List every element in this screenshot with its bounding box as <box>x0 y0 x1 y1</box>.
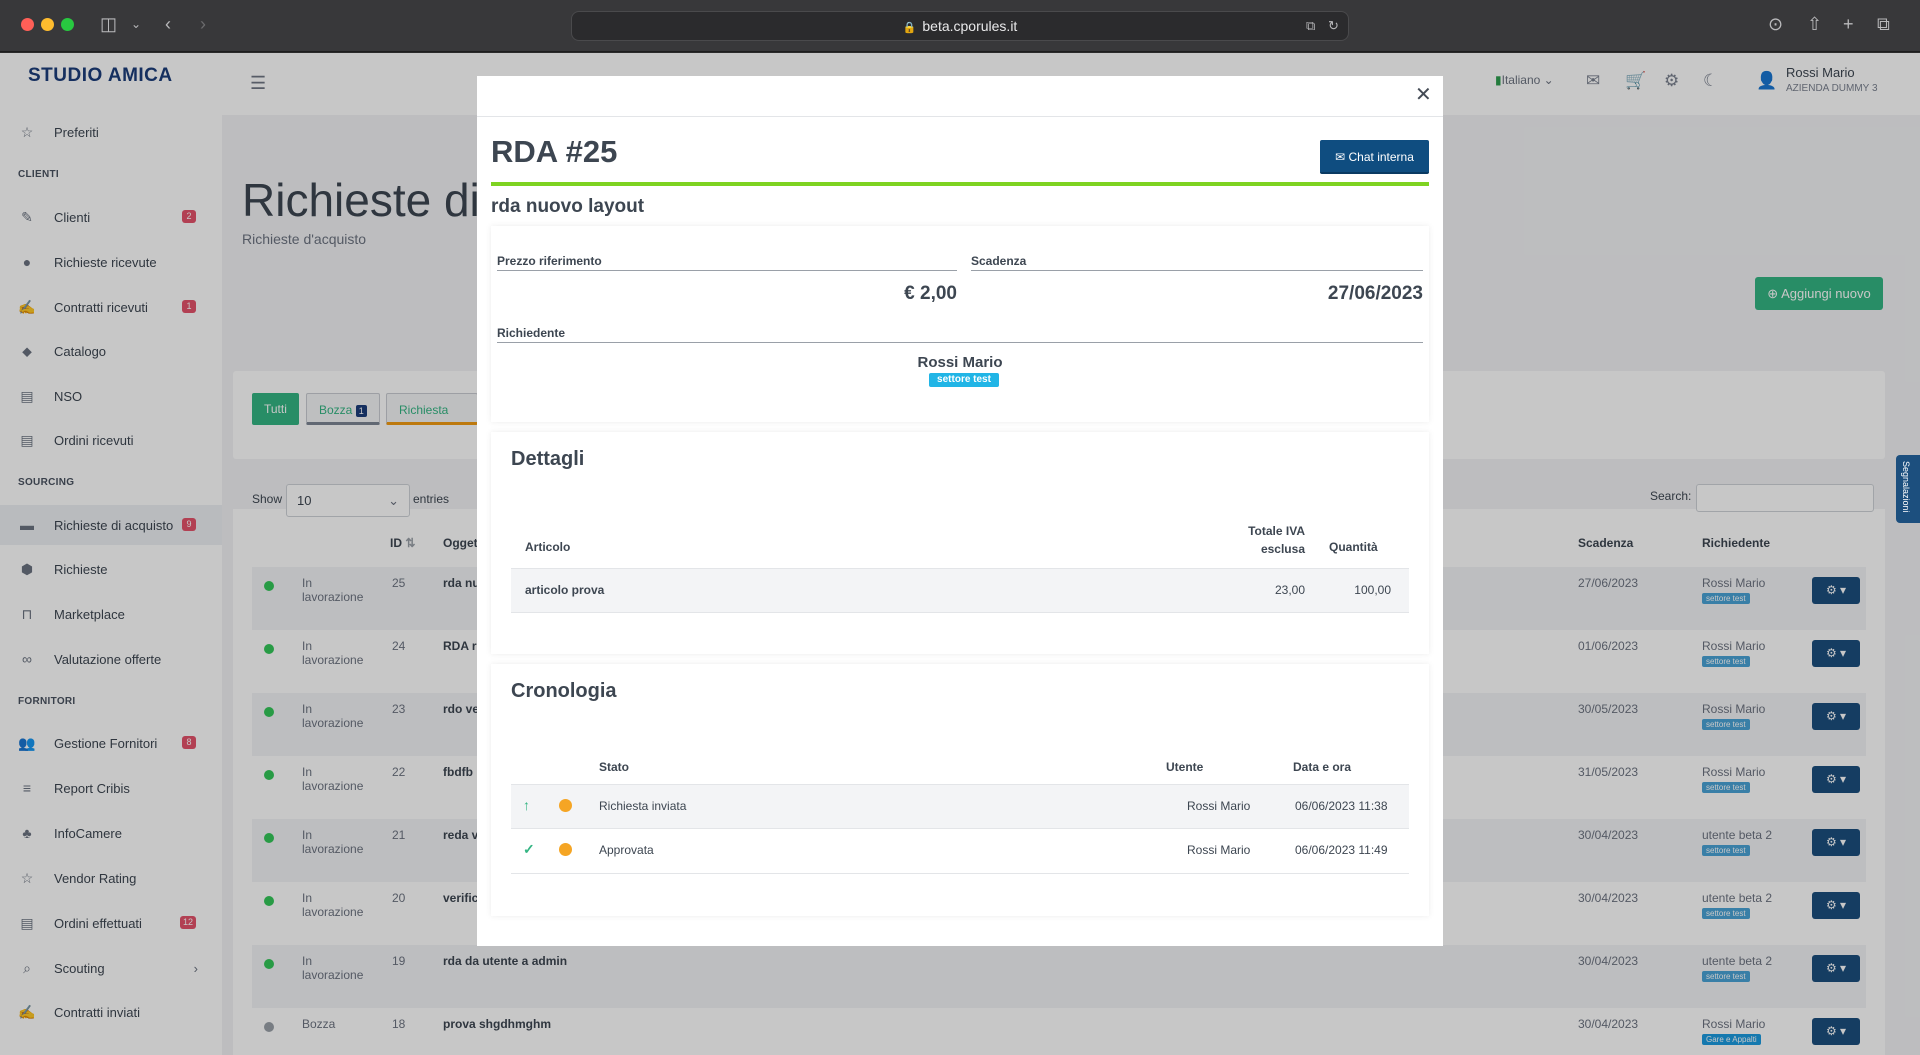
modal-subtitle: rda nuovo layout <box>491 196 645 217</box>
richiedente-label: Richiedente <box>497 326 566 340</box>
close-window-button[interactable] <box>21 18 34 31</box>
quantita-cell: 100,00 <box>1354 583 1391 597</box>
new-tab-icon[interactable]: + <box>1843 14 1854 34</box>
data-cell: 06/06/2023 11:38 <box>1295 799 1388 813</box>
sidebar-toggle-icon[interactable]: ◫ <box>100 14 117 34</box>
cronologia-panel: Cronologia Stato Utente Data e ora ↑ Ric… <box>491 664 1429 916</box>
tabs-overview-icon[interactable]: ⧉ <box>1877 14 1890 34</box>
chat-button-label: Chat interna <box>1348 150 1414 164</box>
column-header-utente: Utente <box>1166 760 1204 774</box>
stato-cell: Approvata <box>599 843 654 857</box>
header-line: Totale IVA <box>1248 524 1305 538</box>
chevron-down-icon[interactable]: ⌄ <box>131 14 141 34</box>
arrow-up-icon: ↑ <box>523 797 530 813</box>
lock-icon: 🔒 <box>902 22 917 34</box>
address-bar[interactable]: 🔒 beta.cporules.it ⧉ ↻ <box>571 11 1349 41</box>
scadenza-label: Scadenza <box>971 254 1027 268</box>
prezzo-value: € 2,00 <box>904 283 957 304</box>
richiedente-name: Rossi Mario <box>917 354 1003 371</box>
maximize-window-button[interactable] <box>61 18 74 31</box>
utente-cell: Rossi Mario <box>1187 843 1251 857</box>
table-row: ✓ Approvata Rossi Mario 06/06/2023 11:49 <box>511 829 1409 874</box>
url-text: beta.cporules.it <box>922 18 1018 34</box>
column-header-totale: Totale IVA esclusa <box>1211 522 1305 558</box>
column-header-data: Data e ora <box>1293 760 1352 774</box>
table-row: ↑ Richiesta inviata Rossi Mario 06/06/20… <box>511 784 1409 829</box>
table-row: articolo prova 23,00 100,00 <box>511 568 1409 613</box>
settore-tag: settore test <box>929 373 999 387</box>
chat-interna-button[interactable]: ✉ Chat interna <box>1320 140 1429 174</box>
browser-toolbar: ◫ ⌄ ‹ › 🔒 beta.cporules.it ⧉ ↻ ⊙ ⇧ + ⧉ <box>0 0 1920 52</box>
status-dot <box>559 799 572 812</box>
totale-cell: 23,00 <box>1274 583 1305 597</box>
column-header-articolo: Articolo <box>525 540 571 554</box>
envelope-icon: ✉ <box>1335 150 1346 164</box>
segnalazioni-label: Segnalazioni <box>1901 461 1911 513</box>
status-dot <box>559 843 572 856</box>
column-header-quantita: Quantità <box>1329 540 1378 554</box>
utente-cell: Rossi Mario <box>1187 799 1251 813</box>
summary-panel: Prezzo riferimento € 2,00 Scadenza 27/06… <box>491 226 1429 422</box>
check-icon: ✓ <box>523 841 535 857</box>
translate-icon[interactable]: ⧉ <box>1306 18 1315 34</box>
column-header-stato: Stato <box>599 760 629 774</box>
minimize-window-button[interactable] <box>41 18 54 31</box>
share-icon[interactable]: ⇧ <box>1807 14 1822 34</box>
divider <box>497 270 957 271</box>
articolo-cell: articolo prova <box>525 583 605 597</box>
forward-icon[interactable]: › <box>200 14 206 34</box>
title-underline <box>491 182 1429 186</box>
divider <box>971 270 1423 271</box>
scadenza-value: 27/06/2023 <box>1327 283 1423 304</box>
segnalazioni-tab[interactable]: Segnalazioni <box>1896 455 1920 523</box>
dettagli-panel: Dettagli Articolo Totale IVA esclusa Quan… <box>491 432 1429 654</box>
downloads-icon[interactable]: ⊙ <box>1768 14 1783 34</box>
data-cell: 06/06/2023 11:49 <box>1295 843 1388 857</box>
dettagli-title: Dettagli <box>511 448 585 470</box>
header-line: esclusa <box>1260 542 1305 556</box>
modal-title: RDA #25 <box>491 134 618 169</box>
rda-modal: ✕ RDA #25 ✉ Chat interna rda nuovo layou… <box>477 76 1443 946</box>
stato-cell: Richiesta inviata <box>599 799 687 813</box>
back-icon[interactable]: ‹ <box>165 14 171 34</box>
close-icon[interactable]: ✕ <box>1415 85 1432 105</box>
reload-icon[interactable]: ↻ <box>1328 18 1339 34</box>
prezzo-label: Prezzo riferimento <box>497 254 602 268</box>
cronologia-title: Cronologia <box>511 680 617 702</box>
divider <box>497 342 1423 343</box>
modal-header: ✕ <box>477 76 1443 117</box>
